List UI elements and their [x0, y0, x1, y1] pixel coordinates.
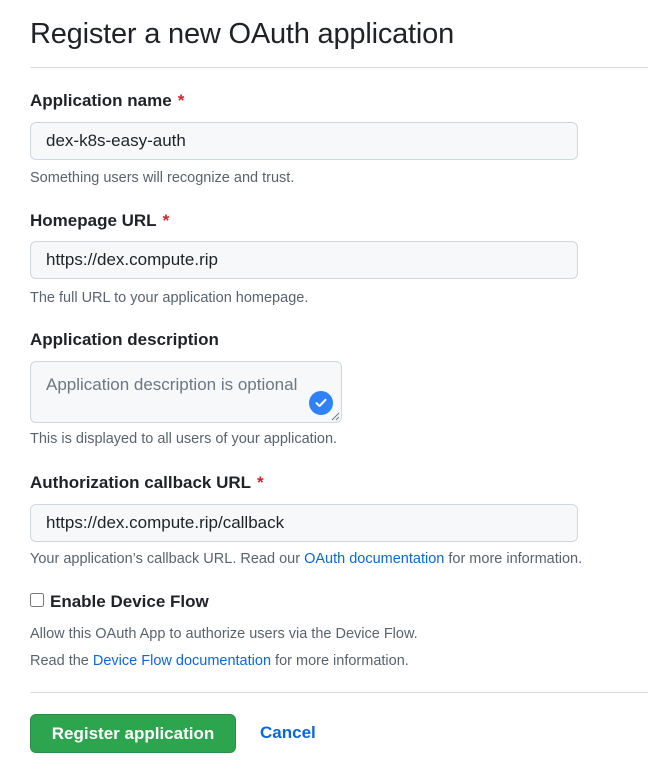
app-name-label: Application name *: [30, 91, 184, 111]
callback-url-label-text: Authorization callback URL: [30, 473, 252, 492]
app-name-hint: Something users will recognize and trust…: [30, 170, 295, 186]
callback-url-input[interactable]: [30, 504, 578, 542]
oauth-documentation-link[interactable]: OAuth documentation: [304, 551, 444, 567]
required-mark: *: [162, 211, 170, 230]
callback-url-hint: Your application’s callback URL. Read ou…: [30, 551, 582, 567]
required-mark: *: [257, 473, 264, 492]
description-label: Application description: [30, 330, 219, 349]
homepage-url-input[interactable]: [30, 241, 578, 279]
enable-device-flow-label[interactable]: Enable Device Flow: [50, 592, 209, 612]
title-divider: [30, 67, 648, 68]
register-application-button[interactable]: Register application: [30, 714, 236, 753]
callback-hint-prefix: Your application’s callback URL. Read ou…: [30, 551, 305, 567]
device-flow-hint: Allow this OAuth App to authorize users …: [30, 626, 418, 642]
description-hint: This is displayed to all users of your a…: [30, 431, 338, 447]
resize-handle-icon[interactable]: [330, 411, 340, 421]
description-placeholder: Application description is optional: [46, 375, 298, 394]
page-title: Register a new OAuth application: [30, 18, 455, 50]
device-flow-hint-prefix: Read the: [30, 653, 93, 669]
device-flow-hint-suffix: for more information.: [271, 653, 409, 669]
cancel-button[interactable]: Cancel: [260, 723, 316, 743]
homepage-url-label: Homepage URL *: [30, 211, 169, 231]
callback-url-label: Authorization callback URL *: [30, 473, 264, 493]
device-flow-doc-hint: Read the Device Flow documentation for m…: [30, 653, 409, 669]
app-name-label-text: Application name: [30, 91, 172, 110]
enable-device-flow-checkbox[interactable]: [30, 593, 44, 607]
homepage-url-label-text: Homepage URL: [30, 211, 157, 230]
required-mark: *: [177, 91, 185, 110]
homepage-url-hint: The full URL to your application homepag…: [30, 290, 309, 306]
callback-hint-suffix: for more information.: [444, 551, 583, 567]
description-textarea[interactable]: Application description is optional: [30, 361, 342, 423]
app-name-input[interactable]: [30, 122, 578, 160]
form-divider: [30, 692, 648, 693]
device-flow-documentation-link[interactable]: Device Flow documentation: [93, 653, 271, 669]
